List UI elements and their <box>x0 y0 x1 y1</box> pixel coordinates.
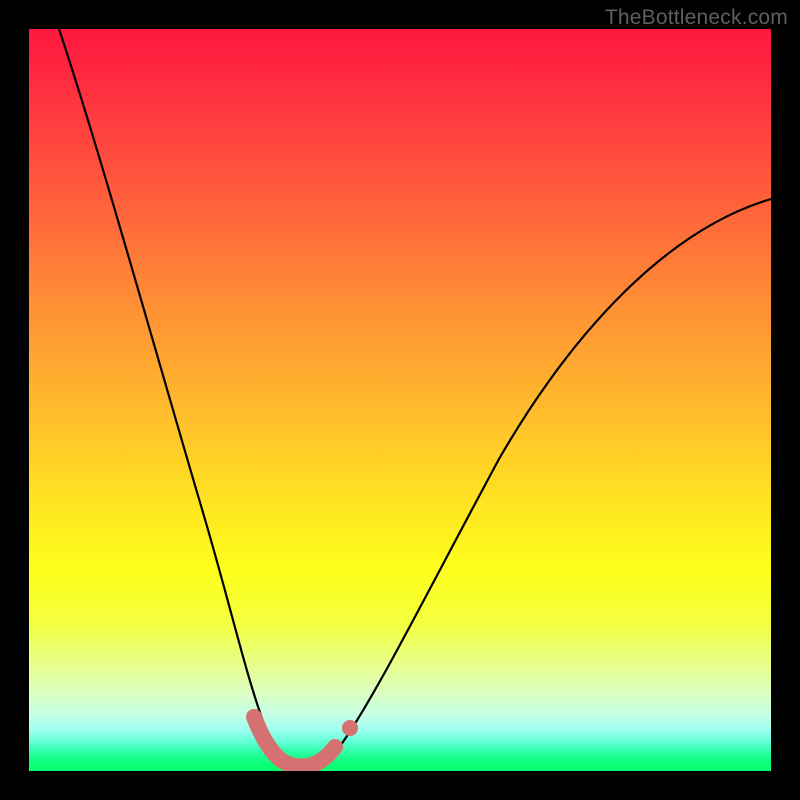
chart-frame: TheBottleneck.com <box>0 0 800 800</box>
watermark-text: TheBottleneck.com <box>605 6 788 30</box>
plot-area <box>29 29 771 771</box>
optimal-range-band <box>254 717 335 766</box>
marker-dot <box>342 720 358 736</box>
bottleneck-curve <box>59 29 771 766</box>
curve-overlay <box>29 29 771 771</box>
